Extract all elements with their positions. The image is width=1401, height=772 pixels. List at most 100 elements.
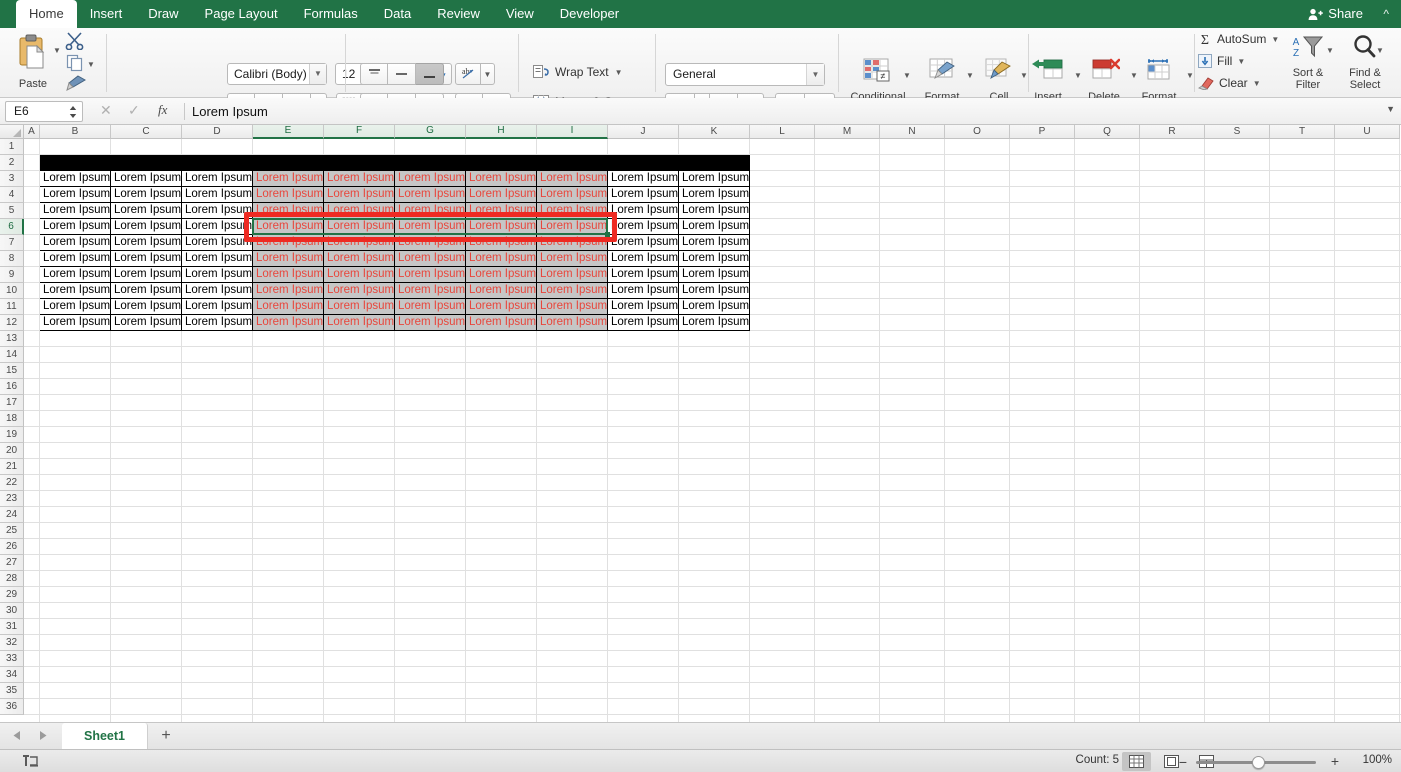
cell-B8[interactable]: Lorem Ipsum xyxy=(40,251,111,267)
cell-D7[interactable]: Lorem Ipsum xyxy=(182,235,253,251)
cell-F7[interactable]: Lorem Ipsum xyxy=(324,235,395,251)
autosum-dropdown-arrow-icon[interactable]: ▼ xyxy=(1271,35,1279,44)
cell-J8[interactable]: Lorem Ipsum xyxy=(608,251,679,267)
column-header-D[interactable]: D xyxy=(182,125,253,139)
column-header-M[interactable]: M xyxy=(815,125,880,139)
tab-formulas[interactable]: Formulas xyxy=(291,0,371,28)
row-header-21[interactable]: 21 xyxy=(0,459,24,475)
cell-J5[interactable]: Lorem Ipsum xyxy=(608,203,679,219)
cell-D12[interactable]: Lorem Ipsum xyxy=(182,315,253,331)
cell-E3[interactable]: Lorem Ipsum xyxy=(253,171,324,187)
cell-H9[interactable]: Lorem Ipsum xyxy=(466,267,537,283)
cell-B7[interactable]: Lorem Ipsum xyxy=(40,235,111,251)
confirm-edit-button[interactable]: ✓ xyxy=(128,102,140,119)
row-header-4[interactable]: 4 xyxy=(0,187,24,203)
cell-E6[interactable]: Lorem Ipsum xyxy=(253,219,324,235)
sheet-tab-sheet1[interactable]: Sheet1 xyxy=(62,723,148,750)
align-top-button[interactable] xyxy=(360,63,388,85)
cell-K12[interactable]: Lorem Ipsum xyxy=(679,315,750,331)
cell-H10[interactable]: Lorem Ipsum xyxy=(466,283,537,299)
cell-K3[interactable]: Lorem Ipsum xyxy=(679,171,750,187)
cell-C10[interactable]: Lorem Ipsum xyxy=(111,283,182,299)
cell-K11[interactable]: Lorem Ipsum xyxy=(679,299,750,315)
font-name-dropdown-arrow-icon[interactable]: ▼ xyxy=(309,64,326,84)
zoom-in-button[interactable]: + xyxy=(1331,753,1339,769)
cell-G8[interactable]: Lorem Ipsum xyxy=(395,251,466,267)
cell-D11[interactable]: Lorem Ipsum xyxy=(182,299,253,315)
cell-C6[interactable]: Lorem Ipsum xyxy=(111,219,182,235)
row-header-20[interactable]: 20 xyxy=(0,443,24,459)
row-header-13[interactable]: 13 xyxy=(0,331,24,347)
insert-cells-button[interactable]: Insert xyxy=(1024,58,1072,103)
name-box[interactable]: E6 xyxy=(5,101,83,122)
cell-D4[interactable]: Lorem Ipsum xyxy=(182,187,253,203)
cell-H8[interactable]: Lorem Ipsum xyxy=(466,251,537,267)
view-normal-button[interactable] xyxy=(1122,752,1151,771)
column-header-J[interactable]: J xyxy=(608,125,679,139)
column-header-L[interactable]: L xyxy=(750,125,815,139)
row-header-8[interactable]: 8 xyxy=(0,251,24,267)
row-header-32[interactable]: 32 xyxy=(0,635,24,651)
cell-F4[interactable]: Lorem Ipsum xyxy=(324,187,395,203)
tab-insert[interactable]: Insert xyxy=(77,0,136,28)
cell-K7[interactable]: Lorem Ipsum xyxy=(679,235,750,251)
row-header-18[interactable]: 18 xyxy=(0,411,24,427)
name-box-spinner[interactable] xyxy=(68,103,78,121)
cell-J10[interactable]: Lorem Ipsum xyxy=(608,283,679,299)
cell-F8[interactable]: Lorem Ipsum xyxy=(324,251,395,267)
find-select-button[interactable]: Find & Select xyxy=(1339,34,1391,91)
next-sheet-button[interactable] xyxy=(37,728,48,746)
cell-K8[interactable]: Lorem Ipsum xyxy=(679,251,750,267)
zoom-level-label[interactable]: 100% xyxy=(1363,754,1392,766)
zoom-out-button[interactable]: − xyxy=(1179,754,1187,770)
cell-J9[interactable]: Lorem Ipsum xyxy=(608,267,679,283)
cell-B11[interactable]: Lorem Ipsum xyxy=(40,299,111,315)
cell-G6[interactable]: Lorem Ipsum xyxy=(395,219,466,235)
tab-draw[interactable]: Draw xyxy=(135,0,191,28)
cell-H12[interactable]: Lorem Ipsum xyxy=(466,315,537,331)
row-header-19[interactable]: 19 xyxy=(0,427,24,443)
paste-button[interactable] xyxy=(16,33,50,73)
row-header-22[interactable]: 22 xyxy=(0,475,24,491)
cell-D10[interactable]: Lorem Ipsum xyxy=(182,283,253,299)
column-header-O[interactable]: O xyxy=(945,125,1010,139)
row-header-23[interactable]: 23 xyxy=(0,491,24,507)
format-cells-dropdown-arrow-icon[interactable]: ▼ xyxy=(1186,71,1194,80)
cell-B5[interactable]: Lorem Ipsum xyxy=(40,203,111,219)
column-header-C[interactable]: C xyxy=(111,125,182,139)
cell-G12[interactable]: Lorem Ipsum xyxy=(395,315,466,331)
prev-sheet-button[interactable] xyxy=(12,728,23,746)
column-header-G[interactable]: G xyxy=(395,125,466,139)
share-button[interactable]: Share xyxy=(1308,0,1363,28)
row-header-16[interactable]: 16 xyxy=(0,379,24,395)
row-header-36[interactable]: 36 xyxy=(0,699,24,715)
zoom-slider-knob[interactable] xyxy=(1252,756,1265,769)
cell-E11[interactable]: Lorem Ipsum xyxy=(253,299,324,315)
cell-B4[interactable]: Lorem Ipsum xyxy=(40,187,111,203)
add-sheet-button[interactable]: + xyxy=(152,723,180,750)
cell-B12[interactable]: Lorem Ipsum xyxy=(40,315,111,331)
number-format-select[interactable]: General ▼ xyxy=(665,63,825,86)
cell-D6[interactable]: Lorem Ipsum xyxy=(182,219,253,235)
row-header-33[interactable]: 33 xyxy=(0,651,24,667)
format-painter-button[interactable] xyxy=(64,75,86,96)
accessibility-button[interactable] xyxy=(22,753,39,772)
cell-B10[interactable]: Lorem Ipsum xyxy=(40,283,111,299)
column-header-P[interactable]: P xyxy=(1010,125,1075,139)
insert-function-button[interactable]: fx xyxy=(158,102,167,118)
cell-I8[interactable]: Lorem Ipsum xyxy=(537,251,608,267)
cell-J7[interactable]: Lorem Ipsum xyxy=(608,235,679,251)
cell-F9[interactable]: Lorem Ipsum xyxy=(324,267,395,283)
cell-C4[interactable]: Lorem Ipsum xyxy=(111,187,182,203)
cell-J12[interactable]: Lorem Ipsum xyxy=(608,315,679,331)
cell-I12[interactable]: Lorem Ipsum xyxy=(537,315,608,331)
cell-I5[interactable]: Lorem Ipsum xyxy=(537,203,608,219)
tab-view[interactable]: View xyxy=(493,0,547,28)
row-header-17[interactable]: 17 xyxy=(0,395,24,411)
sort-filter-button[interactable]: A Z Sort & Filter xyxy=(1280,34,1336,91)
cell-K5[interactable]: Lorem Ipsum xyxy=(679,203,750,219)
row-header-2[interactable]: 2 xyxy=(0,155,24,171)
column-header-I[interactable]: I xyxy=(537,125,608,139)
row-header-27[interactable]: 27 xyxy=(0,555,24,571)
format-cells-button[interactable]: Format xyxy=(1134,58,1184,103)
